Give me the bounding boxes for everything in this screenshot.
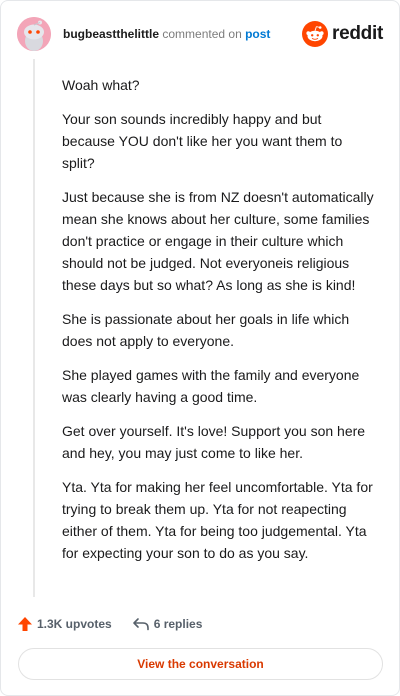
comment-paragraph: Get over yourself. It's love! Support yo…	[62, 423, 366, 461]
upvote-button[interactable]: 1.3K upvotes	[17, 616, 112, 632]
view-conversation-button[interactable]: View the conversation	[18, 648, 383, 680]
comment-paragraph: Your son sounds incredibly happy and but…	[62, 111, 343, 171]
comment-paragraph: She is passionate about her goals in lif…	[62, 311, 350, 349]
snoo-avatar-icon	[17, 17, 51, 51]
username[interactable]: bugbeastthelittle	[63, 27, 159, 41]
comment-card: bugbeastthelittle commented on post redd…	[0, 0, 400, 696]
comment-paragraph: Just because she is from NZ doesn't auto…	[62, 189, 374, 293]
replies-count: 6 replies	[153, 617, 203, 631]
comment-paragraph: She played games with the family and eve…	[62, 367, 360, 405]
upvote-count: 1.3K upvotes	[37, 617, 112, 631]
reply-arrow-icon	[132, 618, 149, 631]
reddit-brand[interactable]: reddit	[302, 21, 383, 47]
commented-on-text: commented on	[162, 27, 242, 41]
upvote-arrow-icon	[18, 617, 32, 631]
comment-header: bugbeastthelittle commented on post redd…	[17, 17, 383, 51]
byline: bugbeastthelittle commented on post	[63, 27, 270, 41]
reddit-logo-icon	[302, 21, 329, 47]
reddit-wordmark: reddit	[332, 23, 383, 44]
comment-paragraph: Yta. Yta for making her feel uncomfortab…	[62, 479, 373, 561]
replies-button[interactable]: 6 replies	[132, 616, 203, 632]
thread-line[interactable]	[33, 59, 35, 597]
comment-body: Woah what? Your son sounds incredibly ha…	[62, 74, 378, 576]
comment-paragraph: Woah what?	[62, 77, 140, 93]
post-link[interactable]: post	[245, 27, 270, 41]
comment-actions: 1.3K upvotes 6 replies	[17, 613, 202, 635]
avatar[interactable]	[17, 17, 51, 51]
